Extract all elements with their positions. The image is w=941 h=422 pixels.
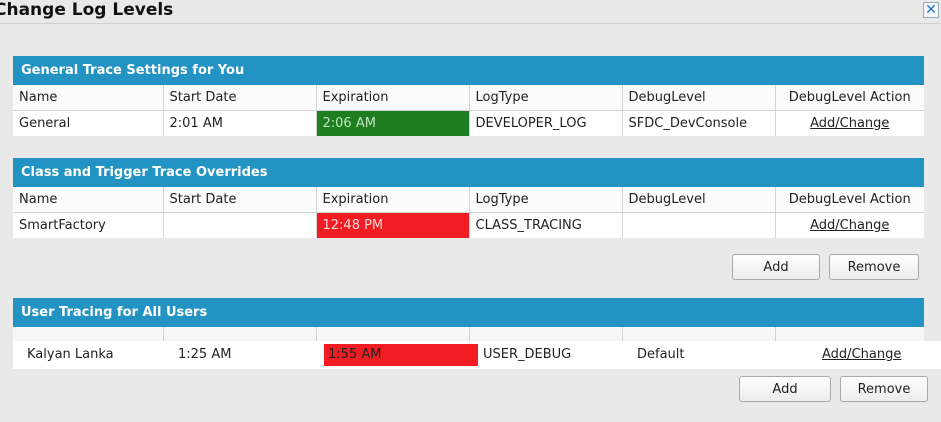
class-trigger-section: Class and Trigger Trace Overrides Name S… [13, 158, 924, 238]
cell-logtype: DEVELOPER_LOG [469, 110, 623, 136]
column-header-debuglevel: DebugLevel [622, 85, 776, 111]
cell-expiration: 12:48 PM [316, 212, 470, 238]
cell-debuglevel: Default [637, 347, 685, 362]
general-trace-table: Name Start Date Expiration LogType Debug… [13, 85, 924, 136]
general-trace-section: General Trace Settings for You Name Star… [13, 56, 924, 136]
close-icon[interactable]: ✕ [923, 2, 939, 18]
table-header-row: Name Start Date Expiration LogType Debug… [13, 85, 924, 111]
column-header-name: Name [13, 85, 164, 111]
class-add-button[interactable]: Add [732, 254, 820, 280]
column-header-action: DebugLevel Action [775, 187, 924, 213]
cell-start-date: 1:25 AM [178, 347, 232, 362]
section-header: General Trace Settings for You [13, 56, 924, 85]
cell-expiration: 2:06 AM [316, 110, 470, 136]
dialog-title: Change Log Levels [0, 0, 174, 20]
cell-expiration: 1:55 AM [324, 344, 478, 366]
user-add-button[interactable]: Add [739, 376, 831, 402]
cell-debuglevel [622, 212, 776, 238]
cell-start-date: 2:01 AM [163, 110, 317, 136]
column-header-expiration: Expiration [316, 187, 470, 213]
column-header-expiration: Expiration [316, 85, 470, 111]
cell-logtype: USER_DEBUG [483, 347, 572, 362]
section-header: User Tracing for All Users [13, 298, 924, 327]
user-tracing-section: User Tracing for All Users [13, 298, 924, 327]
add-change-link[interactable]: Add/Change [810, 116, 889, 131]
cell-logtype: CLASS_TRACING [469, 212, 623, 238]
table-header-row: Name Start Date Expiration LogType Debug… [13, 187, 924, 213]
cell-name: SmartFactory [13, 212, 164, 238]
cell-start-date [163, 212, 317, 238]
cell-name: General [13, 110, 164, 136]
cell-debuglevel: SFDC_DevConsole [622, 110, 776, 136]
class-remove-button[interactable]: Remove [829, 254, 919, 280]
column-header-stub [13, 327, 924, 341]
column-header-start-date: Start Date [163, 85, 317, 111]
section-header: Class and Trigger Trace Overrides [13, 158, 924, 187]
cell-action: Add/Change [775, 213, 924, 239]
add-change-link[interactable]: Add/Change [822, 341, 901, 369]
column-header-logtype: LogType [469, 187, 623, 213]
column-header-name: Name [13, 187, 164, 213]
table-row: General 2:01 AM 2:06 AM DEVELOPER_LOG SF… [13, 110, 924, 137]
column-header-action: DebugLevel Action [775, 85, 924, 111]
title-divider [0, 23, 941, 24]
column-header-debuglevel: DebugLevel [622, 187, 776, 213]
add-change-link[interactable]: Add/Change [810, 218, 889, 233]
column-header-logtype: LogType [469, 85, 623, 111]
table-row: SmartFactory 12:48 PM CLASS_TRACING Add/… [13, 212, 924, 239]
cell-action: Add/Change [775, 111, 924, 137]
column-header-start-date: Start Date [163, 187, 317, 213]
cell-name: Kalyan Lanka [27, 347, 114, 362]
user-remove-button[interactable]: Remove [840, 376, 928, 402]
class-trigger-table: Name Start Date Expiration LogType Debug… [13, 187, 924, 238]
table-row: Kalyan Lanka 1:25 AM 1:55 AM USER_DEBUG … [13, 341, 941, 369]
